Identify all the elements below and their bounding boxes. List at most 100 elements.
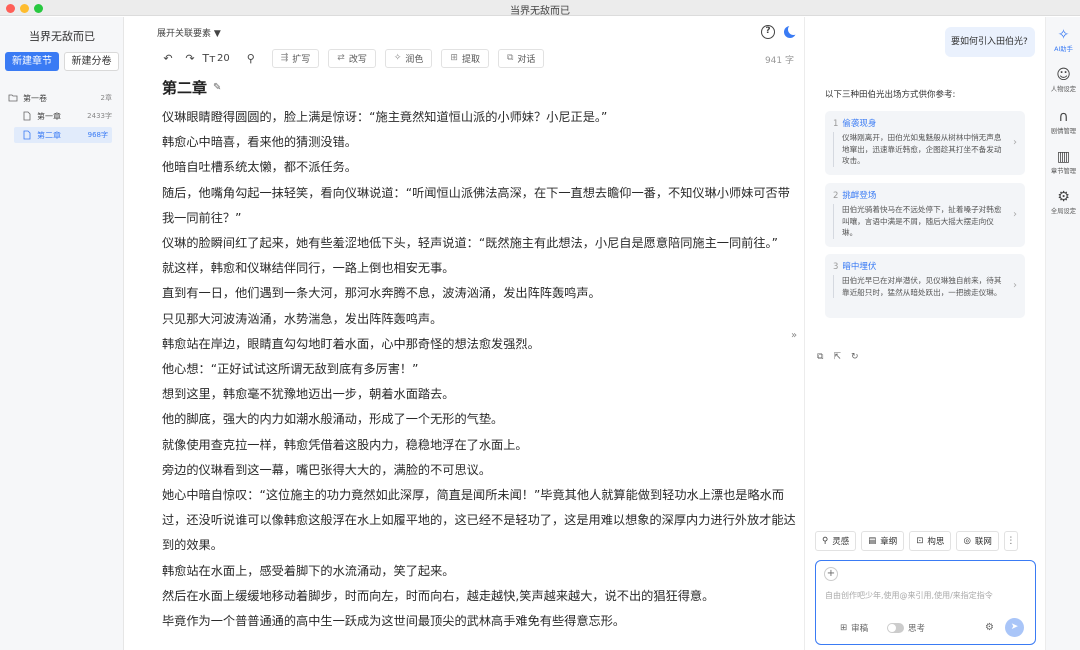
dark-mode-icon[interactable]: [784, 24, 799, 38]
globe-icon: ◎: [963, 536, 971, 546]
expand-label: 扩写: [292, 54, 311, 65]
format-painter-icon[interactable]: ⚲: [240, 52, 262, 65]
paragraph: 他的脚底，强大的内力如潮水般涌动，形成了一个无形的气垫。: [162, 412, 504, 427]
gear-icon: ⚙: [1057, 189, 1070, 205]
suggestion-body: 田伯光早已在对岸潜伏，见仪琳独自前来，待其靠近船只时，猛然从暗处跃出，一把掳走仪…: [833, 275, 1003, 298]
document-icon: [23, 130, 31, 140]
expand-keywords-toggle[interactable]: 展开关联要素 ▼: [157, 26, 221, 39]
nav-label: AI助手: [1054, 46, 1073, 53]
paragraph: 直到有一日，他们遇到一条大河，那河水奔腾不息，波涛汹涌，发出阵阵轰鸣声。: [162, 286, 601, 301]
more-options-icon[interactable]: ⋮: [1003, 531, 1018, 551]
think-toggle[interactable]: 思考: [887, 622, 925, 634]
paragraph: 仪琳的脸瞬间红了起来，她有些羞涩地低下头，轻声说道：“既然施主有此想法，小尼自是…: [162, 236, 778, 251]
chapter-label: 第二章: [37, 130, 61, 140]
nav-label: 章节管理: [1050, 168, 1077, 175]
suggestion-card[interactable]: 3 暗中埋伏 田伯光早已在对岸潜伏，见仪琳独自前来，待其靠近船只时，猛然从暗处跃出…: [825, 254, 1025, 318]
chat-input-box[interactable]: + 自由创作吧少年,使用@来引用,使用/来指定指令 ⊞ 审稿 思考 ⚙ ➤: [815, 560, 1036, 645]
chapter-word-count: 968字: [87, 131, 108, 139]
suggestion-number: 3: [833, 262, 839, 272]
paragraph: 毕竟作为一个普普通通的高中生一跃成为这世间最顶尖的武林高手难免有些得意忘形。: [162, 614, 626, 629]
chapter-word-count: 2433字: [87, 112, 112, 120]
nav-chapter-management[interactable]: ▥ 章节管理: [1046, 149, 1080, 175]
copy-icon[interactable]: ⧉: [817, 352, 823, 362]
insert-icon[interactable]: ⇱: [833, 352, 841, 362]
help-icon[interactable]: ?: [761, 25, 775, 39]
dialogue-icon: ⧉: [506, 53, 514, 63]
add-attachment-icon[interactable]: +: [824, 567, 838, 581]
ideation-label: 构思: [927, 537, 945, 547]
rewrite-button[interactable]: ⇄ 改写: [328, 48, 376, 68]
outline-button[interactable]: ▤ 章纲: [861, 531, 905, 551]
paragraph: 想到这里，韩愈毫不犹豫地迈出一步，朝着水面踏去。: [162, 387, 455, 402]
outline-label: 章纲: [880, 537, 898, 547]
inspiration-button[interactable]: ⚲ 灵感: [815, 531, 857, 551]
editor-pane: 展开关联要素 ▼ ? ↶ ↷ Tт 20 ⚲ ⇶ 扩写 ⇄ 改写 ✧ 润色 ⊞ 提取 ⧉…: [124, 17, 804, 650]
book-icon: ▥: [1056, 149, 1071, 165]
chapter-title[interactable]: 第二章 ✎: [162, 77, 221, 98]
paragraph: 她心中暗自惊叹：“这位施主的功力竟然如此深厚，简直是闻所未闻！”毕竟其他人就算能…: [162, 488, 796, 553]
book-title: 当界无敌而已: [29, 30, 95, 43]
title-bar: 当界无敌而已: [0, 0, 1080, 17]
review-icon: ⊞: [840, 623, 848, 633]
suggestion-title: 挑衅登场: [842, 191, 877, 201]
editor-toolbar: ↶ ↷ Tт 20 ⚲ ⇶ 扩写 ⇄ 改写 ✧ 润色 ⊞ 提取 ⧉ 对话: [157, 48, 553, 68]
nav-label: 全局设定: [1050, 208, 1077, 215]
ai-intro-text: 以下三种田伯光出场方式供你参考:: [825, 90, 956, 100]
regenerate-icon[interactable]: ↻: [851, 352, 859, 362]
paragraph: 韩愈站在水面上，感受着脚下的水流涌动，笑了起来。: [162, 563, 455, 578]
document-icon: [23, 111, 31, 121]
edit-pencil-icon[interactable]: ✎: [213, 82, 221, 93]
expand-button[interactable]: ⇶ 扩写: [271, 48, 320, 68]
font-size-icon[interactable]: Tт: [201, 52, 217, 65]
suggestion-body: 田伯光骑着快马在不远处停下，扯着嗓子对韩愈叫嚷，言语中满是不屑，随后大摇大摆走向…: [833, 204, 1003, 239]
polish-button[interactable]: ✧ 润色: [384, 48, 433, 68]
paragraph: 就像使用查克拉一样，韩愈凭借着这股内力，稳稳地浮在了水面上。: [162, 437, 528, 452]
volume-item[interactable]: 第一卷 2章: [8, 90, 112, 106]
suggestion-card[interactable]: 1 偷袭现身 仪琳刚离开，田伯光如鬼魅般从树林中悄无声息地窜出，迅速靠近韩愈，企图…: [825, 111, 1025, 175]
people-icon: ☺: [1056, 67, 1071, 83]
suggestion-card[interactable]: 2 挑衅登场 田伯光骑着快马在不远处停下，扯着嗓子对韩愈叫嚷，言语中满是不屑，随后…: [825, 183, 1025, 247]
extract-button[interactable]: ⊞ 提取: [441, 48, 489, 68]
folder-icon: [8, 94, 18, 102]
suggestion-body: 仪琳刚离开，田伯光如鬼魅般从树林中悄无声息地窜出，迅速靠近韩愈，企图趁其打坐不备…: [833, 132, 1003, 167]
inspiration-label: 灵感: [832, 537, 850, 547]
paragraph: 随后，他嘴角勾起一抹轻笑，看向仪琳说道：“听闻恒山派佛法高深，在下一直想去瞻仰一…: [162, 185, 790, 225]
polish-label: 润色: [405, 54, 424, 65]
paragraph: 韩愈心中暗喜，看来他的猜测没错。: [162, 135, 357, 150]
send-button[interactable]: ➤: [1005, 618, 1024, 637]
chapter-item-selected[interactable]: 第二章 968字: [14, 127, 112, 143]
collapse-ai-panel-icon[interactable]: »: [791, 330, 797, 341]
chevron-right-icon: ›: [1013, 209, 1017, 220]
suggestion-title: 偷袭现身: [842, 119, 877, 129]
paragraph: 韩愈站在岸边，眼睛直勾勾地盯着水面，心中那奇怪的想法愈发强烈。: [162, 336, 540, 351]
paragraph: 就这样，韩愈和仪琳结伴同行，一路上倒也相安无事。: [162, 261, 455, 276]
chapter-label: 第一章: [37, 111, 61, 121]
review-label: 审稿: [851, 624, 869, 634]
new-volume-button[interactable]: 新建分卷: [64, 52, 119, 71]
font-size-value[interactable]: 20: [217, 53, 230, 64]
nav-plot-management[interactable]: ∩ 剧情管理: [1046, 109, 1080, 135]
chat-input-placeholder[interactable]: 自由创作吧少年,使用@来引用,使用/来指定指令: [825, 590, 1030, 601]
chapter-content[interactable]: 仪琳眼睛瞪得圆圆的，脸上满是惊讶：“施主竟然知道恒山派的小师妹？小尼正是。” 韩…: [162, 105, 802, 634]
undo-icon[interactable]: ↶: [157, 52, 179, 65]
web-search-button[interactable]: ◎ 联网: [956, 531, 999, 551]
nav-global-settings[interactable]: ⚙ 全局设定: [1046, 189, 1080, 215]
web-search-label: 联网: [974, 537, 992, 547]
message-actions: ⧉ ⇱ ↻: [817, 352, 859, 362]
plot-icon: ∩: [1058, 109, 1069, 125]
paragraph: 旁边的仪琳看到这一幕，嘴巴张得大大的，满脸的不可思议。: [162, 462, 492, 477]
quick-actions: ⚲ 灵感 ▤ 章纲 ⊡ 构思 ◎ 联网 ⋮: [815, 531, 1018, 551]
chapter-item[interactable]: 第一章 2433字: [22, 108, 112, 124]
toolkit-icon[interactable]: ⚙: [985, 622, 994, 633]
ideation-button[interactable]: ⊡ 构思: [909, 531, 952, 551]
nav-ai-assistant[interactable]: ✧ AI助手: [1046, 27, 1080, 53]
new-chapter-button[interactable]: 新建章节: [5, 52, 59, 71]
extract-icon: ⊞: [450, 53, 458, 63]
nav-character-settings[interactable]: ☺ 人物设定: [1046, 67, 1080, 93]
think-switch[interactable]: [887, 623, 904, 633]
dialogue-button[interactable]: ⧉ 对话: [497, 48, 545, 68]
rewrite-icon: ⇄: [337, 53, 345, 63]
redo-icon[interactable]: ↷: [179, 52, 201, 65]
review-toggle[interactable]: ⊞ 审稿: [840, 622, 868, 634]
chevron-right-icon: ›: [1013, 137, 1017, 148]
